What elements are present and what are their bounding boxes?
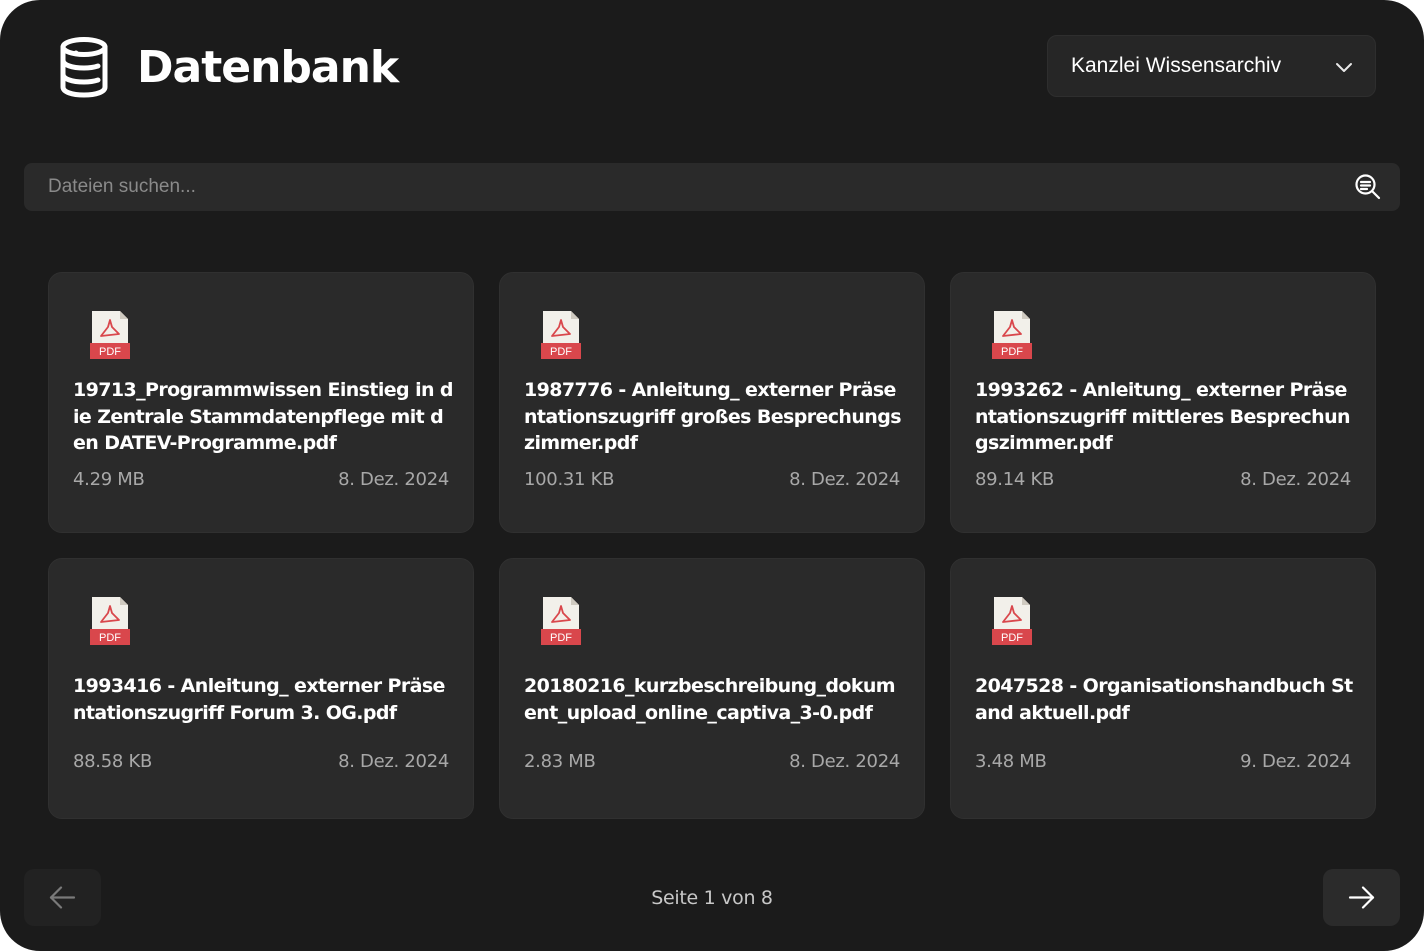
database-icon	[60, 37, 108, 98]
file-date: 9. Dez. 2024	[1240, 751, 1351, 772]
file-date: 8. Dez. 2024	[338, 751, 449, 772]
file-size: 88.58 KB	[73, 751, 153, 772]
app-window: Datenbank Kanzlei Wissensarchiv PDF	[0, 0, 1424, 951]
file-name: 1987776 - Anleitung_ externer Präsentati…	[524, 379, 902, 454]
file-card[interactable]: PDF 1993262 - Anleitung_ externer Präsen…	[950, 272, 1376, 533]
pdf-file-icon: PDF	[992, 311, 1032, 359]
pdf-file-icon: PDF	[90, 311, 130, 359]
file-name: 1993262 - Anleitung_ externer Präsentati…	[975, 379, 1351, 454]
file-card[interactable]: PDF 1987776 - Anleitung_ externer Präsen…	[499, 272, 925, 533]
search-bar	[24, 163, 1400, 211]
file-name: 20180216_kurzbeschreibung_dokument_uploa…	[524, 675, 896, 724]
file-size: 89.14 KB	[975, 469, 1055, 490]
file-size: 2.83 MB	[524, 751, 596, 772]
arrow-right-icon	[1348, 886, 1375, 909]
pdf-badge-label: PDF	[1001, 346, 1023, 358]
page-indicator: Seite 1 von 8	[651, 887, 773, 909]
pdf-file-icon: PDF	[90, 597, 130, 645]
file-size: 4.29 MB	[73, 469, 145, 490]
next-page-button[interactable]	[1323, 869, 1400, 926]
page-title: Datenbank	[137, 42, 399, 93]
file-name: 1993416 - Anleitung_ externer Präsentati…	[73, 675, 445, 724]
file-date: 8. Dez. 2024	[789, 751, 900, 772]
archive-select-value: Kanzlei Wissensarchiv	[1071, 54, 1282, 77]
archive-select[interactable]: Kanzlei Wissensarchiv	[1047, 35, 1376, 97]
chevron-down-icon	[1336, 63, 1352, 72]
file-card[interactable]: PDF 19713_Programmwissen Einstieg in die…	[48, 272, 474, 533]
pdf-file-icon: PDF	[541, 597, 581, 645]
file-name: 19713_Programmwissen Einstieg in die Zen…	[73, 379, 454, 454]
file-card[interactable]: PDF 1993416 - Anleitung_ externer Präsen…	[48, 558, 474, 819]
pdf-badge-label: PDF	[1001, 632, 1023, 644]
file-card[interactable]: PDF 20180216_kurzbeschreibung_dokument_u…	[499, 558, 925, 819]
pdf-file-icon: PDF	[992, 597, 1032, 645]
search-input[interactable]	[24, 163, 1334, 211]
search-icon[interactable]	[1354, 173, 1382, 201]
file-size: 3.48 MB	[975, 751, 1047, 772]
pdf-badge-label: PDF	[99, 346, 121, 358]
file-date: 8. Dez. 2024	[338, 469, 449, 490]
pdf-file-icon: PDF	[541, 311, 581, 359]
pdf-badge-label: PDF	[99, 632, 121, 644]
pdf-badge-label: PDF	[550, 632, 572, 644]
file-date: 8. Dez. 2024	[1240, 469, 1351, 490]
file-date: 8. Dez. 2024	[789, 469, 900, 490]
file-name: 2047528 - Organisationshandbuch Stand ak…	[975, 675, 1353, 724]
file-card[interactable]: PDF 2047528 - Organisationshandbuch Stan…	[950, 558, 1376, 819]
pdf-badge-label: PDF	[550, 346, 572, 358]
file-size: 100.31 KB	[524, 469, 615, 490]
